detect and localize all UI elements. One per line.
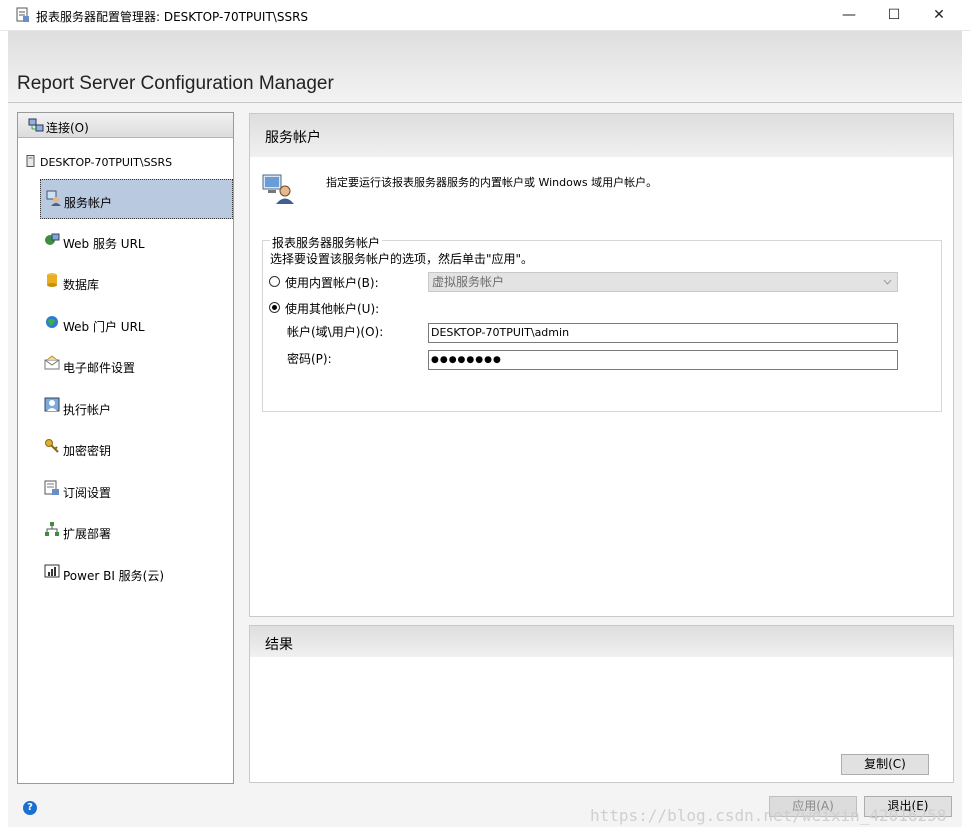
instruction-text: 选择要设置该服务帐户的选项，然后单击"应用"。 bbox=[270, 252, 534, 266]
password-label: 密码(P): bbox=[287, 352, 332, 366]
sidebar-item-7[interactable]: 加密密钥 bbox=[40, 428, 233, 468]
account-value: DESKTOP-70TPUIT\admin bbox=[431, 326, 570, 339]
service-account-large-icon bbox=[262, 174, 294, 204]
execution-account-icon bbox=[44, 397, 60, 411]
results-title: 结果 bbox=[265, 637, 293, 653]
window-title: 报表服务器配置管理器: DESKTOP-70TPUIT\SSRS bbox=[36, 10, 309, 24]
connect-icon bbox=[28, 118, 44, 132]
scale-out-icon bbox=[45, 522, 59, 536]
app-icon bbox=[16, 7, 29, 22]
panel-title: 服务帐户 bbox=[265, 130, 321, 146]
sidebar-item-label: 加密密钥 bbox=[63, 444, 112, 458]
sidebar-item-label: 数据库 bbox=[63, 278, 100, 292]
sidebar-item-1[interactable]: 服务帐户 bbox=[40, 179, 233, 219]
sidebar-item-10[interactable]: Power BI 服务(云) bbox=[40, 553, 233, 593]
sidebar-item-label: Power BI 服务(云) bbox=[63, 568, 165, 583]
sidebar-item-4[interactable]: Web 门户 URL bbox=[40, 304, 233, 344]
close-button[interactable]: ✕ bbox=[916, 0, 962, 30]
account-label: 帐户(域\用户)(O): bbox=[287, 325, 384, 339]
results-header: 结果 bbox=[250, 626, 953, 657]
sidebar-nav: 连接(O) DESKTOP-70TPUIT\SSRS 服务帐户 Web 服务 UR… bbox=[17, 112, 234, 784]
globe-icon bbox=[46, 315, 58, 328]
other-account-radio[interactable] bbox=[269, 302, 280, 313]
help-icon[interactable]: ? bbox=[23, 801, 37, 815]
sidebar-item-3[interactable]: 数据库 bbox=[40, 262, 233, 302]
database-icon bbox=[47, 273, 57, 287]
builtin-account-value: 虚拟服务帐户 bbox=[432, 275, 505, 289]
service-account-icon bbox=[46, 190, 61, 206]
service-account-panel: 服务帐户 指定要运行该报表服务器服务的内置帐户或 Windows 域用户帐户。 … bbox=[249, 113, 954, 617]
results-panel: 结果 复制(C) bbox=[249, 625, 954, 783]
app-header-title: Report Server Configuration Manager bbox=[17, 73, 334, 94]
connect-button[interactable]: 连接(O) bbox=[18, 113, 233, 138]
account-input[interactable]: DESKTOP-70TPUIT\admin bbox=[428, 323, 898, 343]
app-header: Report Server Configuration Manager bbox=[8, 31, 962, 103]
minimize-button[interactable]: — bbox=[826, 0, 872, 30]
maximize-button[interactable]: ☐ bbox=[871, 0, 917, 30]
sidebar-item-5[interactable]: 电子邮件设置 bbox=[40, 345, 233, 385]
panel-description: 指定要运行该报表服务器服务的内置帐户或 Windows 域用户帐户。 bbox=[326, 176, 658, 189]
web-service-icon bbox=[45, 233, 60, 245]
sidebar-item-label: 服务帐户 bbox=[64, 196, 113, 210]
sidebar-item-2[interactable]: Web 服务 URL bbox=[40, 221, 233, 261]
builtin-account-select[interactable]: 虚拟服务帐户 bbox=[428, 272, 898, 292]
sidebar-item-6[interactable]: 执行帐户 bbox=[40, 387, 233, 427]
builtin-account-radio[interactable] bbox=[269, 276, 280, 287]
sidebar-item-8[interactable]: 订阅设置 bbox=[40, 470, 233, 510]
password-value: ●●●●●●●● bbox=[431, 355, 502, 365]
sidebar-item-9[interactable]: 扩展部署 bbox=[40, 511, 233, 551]
email-icon bbox=[44, 355, 60, 370]
connect-label: 连接(O) bbox=[46, 121, 89, 135]
builtin-account-label: 使用内置帐户(B): bbox=[285, 276, 379, 290]
key-icon bbox=[45, 439, 59, 453]
watermark-text: https://blog.csdn.net/weixin_42016258 bbox=[590, 806, 947, 825]
sidebar-item-label: 执行帐户 bbox=[63, 402, 112, 417]
sidebar-item-label: 扩展部署 bbox=[63, 527, 112, 541]
password-input[interactable]: ●●●●●●●● bbox=[428, 350, 898, 370]
other-account-label: 使用其他帐户(U): bbox=[285, 302, 380, 316]
chevron-down-icon bbox=[883, 279, 892, 285]
sidebar-item-label: Web 门户 URL bbox=[63, 319, 145, 334]
sidebar-item-label: Web 服务 URL bbox=[63, 236, 145, 251]
server-name: DESKTOP-70TPUIT\SSRS bbox=[40, 156, 173, 169]
sidebar-item-label: 订阅设置 bbox=[63, 485, 112, 500]
sidebar-item-label: 电子邮件设置 bbox=[63, 361, 136, 375]
subscription-icon bbox=[44, 480, 59, 495]
copy-button[interactable]: 复制(C) bbox=[841, 754, 929, 775]
title-bar: 报表服务器配置管理器: DESKTOP-70TPUIT\SSRS — ☐ ✕ bbox=[0, 0, 970, 31]
server-icon bbox=[26, 155, 35, 167]
panel-header: 服务帐户 bbox=[250, 114, 953, 157]
power-bi-icon bbox=[44, 564, 60, 577]
group-title: 报表服务器服务帐户 bbox=[270, 234, 383, 251]
